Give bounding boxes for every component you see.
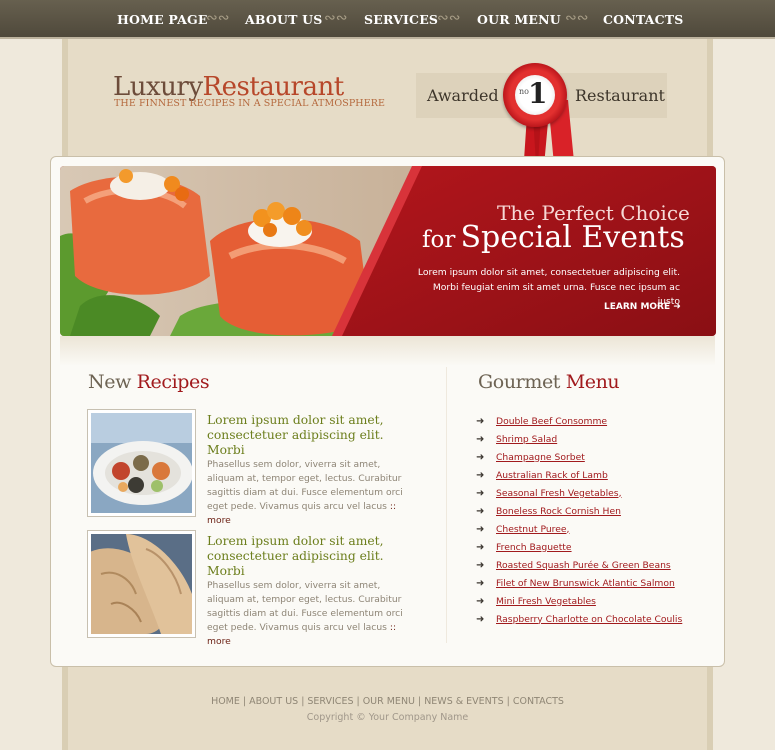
recipe-1-text: Phasellus sem dolor, viverra sit amet, a… [207, 458, 417, 528]
arrow-right-icon: ➜ [476, 523, 485, 535]
menu-item-link[interactable]: Mini Fresh Vegetables [496, 596, 596, 607]
nav-our-menu[interactable]: OUR MENU [477, 12, 561, 27]
menu-item[interactable]: ➜ Double Beef Consomme [476, 412, 682, 430]
menu-item[interactable]: ➜ Raspberry Charlotte on Chocolate Coulis [476, 610, 682, 628]
recipe-2-description: Phasellus sem dolor, viverra sit amet, a… [207, 580, 403, 633]
gourmet-menu-heading: Gourmet Menu [478, 371, 620, 393]
arrow-right-icon: ➜ [476, 595, 485, 607]
menu-item[interactable]: ➜ Australian Rack of Lamb [476, 466, 682, 484]
menu-item[interactable]: ➜ Filet of New Brunswick Atlantic Salmon [476, 574, 682, 592]
menu-item[interactable]: ➜ Boneless Rock Cornish Hen [476, 502, 682, 520]
menu-item-link[interactable]: Raspberry Charlotte on Chocolate Coulis [496, 614, 682, 625]
baguette-bread-image [91, 534, 192, 634]
nav-separator-icon: ∾∾ [206, 10, 230, 26]
nav-services[interactable]: SERVICES [364, 12, 438, 27]
nav-separator-icon: ∾∾ [437, 10, 461, 26]
banner-title-line2: for Special Events [422, 220, 685, 255]
arrow-right-icon: ➜ [476, 559, 485, 571]
menu-item[interactable]: ➜ Chestnut Puree, [476, 520, 682, 538]
menu-item[interactable]: ➜ Roasted Squash Purée & Green Beans [476, 556, 682, 574]
arrow-right-icon: ➜ [476, 433, 485, 445]
heading-part2: Menu [565, 371, 620, 393]
arrow-right-icon: ➜ [476, 451, 485, 463]
nav-separator-icon: ∾∾ [565, 10, 589, 26]
menu-item-link[interactable]: Chestnut Puree, [496, 524, 569, 535]
column-divider [446, 367, 447, 643]
new-recipes-heading: New Recipes [88, 371, 210, 393]
award-label-right: Restaurant [575, 86, 665, 105]
learn-more-label: LEARN MORE [604, 302, 671, 312]
footer-link-about[interactable]: ABOUT US [249, 696, 298, 707]
recipe-1-thumbnail[interactable] [87, 409, 196, 517]
footer-link-our-menu[interactable]: OUR MENU [363, 696, 415, 707]
menu-item-link[interactable]: Seasonal Fresh Vegetables, [496, 488, 622, 499]
menu-item-link[interactable]: Roasted Squash Purée & Green Beans [496, 560, 671, 571]
menu-item[interactable]: ➜ Shrimp Salad [476, 430, 682, 448]
menu-item[interactable]: ➜ French Baguette [476, 538, 682, 556]
more-label: more [207, 515, 231, 526]
arrow-right-icon: ➜ [476, 487, 485, 499]
arrow-right-icon: ➜ [673, 302, 681, 312]
nav-about[interactable]: ABOUT US [245, 12, 322, 27]
arrow-right-icon: ➜ [476, 415, 485, 427]
nav-home[interactable]: HOME PAGE [117, 12, 208, 27]
learn-more-link[interactable]: LEARN MORE ➜ [604, 302, 681, 312]
banner-title-for: for [422, 227, 456, 253]
heading-part2: Recipes [136, 371, 210, 393]
footer-navigation: HOME | ABOUT US | SERVICES | OUR MENU | NEWS & E… [0, 696, 775, 707]
menu-item-link[interactable]: Australian Rack of Lamb [496, 470, 608, 481]
banner-shadow [60, 336, 715, 366]
more-label: more [207, 636, 231, 647]
menu-item-link[interactable]: Double Beef Consomme [496, 416, 607, 427]
menu-item-link[interactable]: Shrimp Salad [496, 434, 557, 445]
menu-item-link[interactable]: Boneless Rock Cornish Hen [496, 506, 621, 517]
recipe-1-title[interactable]: Lorem ipsum dolor sit amet, consectetuer… [207, 413, 417, 458]
award-label-left: Awarded [427, 86, 499, 105]
footer-separator: | [301, 696, 305, 707]
top-navigation: HOME PAGE ∾∾ ABOUT US ∾∾ SERVICES ∾∾ OUR… [0, 0, 775, 39]
menu-item-link[interactable]: Filet of New Brunswick Atlantic Salmon [496, 578, 675, 589]
footer-separator: | [356, 696, 360, 707]
menu-item-link[interactable]: French Baguette [496, 542, 572, 553]
recipe-1-description: Phasellus sem dolor, viverra sit amet, a… [207, 459, 403, 512]
copyright-text: Copyright © Your Company Name [306, 712, 469, 723]
award-number: 1 [528, 77, 548, 110]
arrow-right-icon: ➜ [476, 541, 485, 553]
footer-separator: | [506, 696, 510, 707]
footer-separator: | [418, 696, 422, 707]
recipe-2-thumbnail[interactable] [87, 530, 196, 638]
site-tagline: THE FINNEST RECIPES IN A SPECIAL ATMOSPH… [114, 98, 386, 109]
arrow-right-icon: ➜ [476, 505, 485, 517]
arrow-right-icon: ➜ [476, 469, 485, 481]
seafood-plate-image [91, 413, 192, 513]
recipe-2-title[interactable]: Lorem ipsum dolor sit amet, consectetuer… [207, 534, 417, 579]
arrow-right-icon: ➜ [476, 613, 485, 625]
menu-item[interactable]: ➜ Mini Fresh Vegetables [476, 592, 682, 610]
heading-part1: Gourmet [478, 371, 561, 393]
footer-separator: | [242, 696, 247, 707]
arrow-right-icon: ➜ [476, 577, 485, 589]
gourmet-menu-list: ➜ Double Beef Consomme ➜ Shrimp Salad ➜ Cha… [476, 412, 682, 628]
footer-link-news-events[interactable]: NEWS & EVENTS [424, 696, 503, 707]
menu-item[interactable]: ➜ Champagne Sorbet [476, 448, 682, 466]
footer-link-services[interactable]: SERVICES [307, 696, 353, 707]
footer-link-home[interactable]: HOME [211, 696, 240, 707]
menu-item[interactable]: ➜ Seasonal Fresh Vegetables, [476, 484, 682, 502]
heading-part1: New [88, 371, 131, 393]
nav-contacts[interactable]: CONTACTS [603, 12, 683, 27]
banner-title-special-events: Special Events [460, 220, 685, 255]
footer-link-contacts[interactable]: CONTACTS [513, 696, 564, 707]
recipe-2-text: Phasellus sem dolor, viverra sit amet, a… [207, 579, 417, 649]
nav-separator-icon: ∾∾ [324, 10, 348, 26]
menu-item-link[interactable]: Champagne Sorbet [496, 452, 585, 463]
